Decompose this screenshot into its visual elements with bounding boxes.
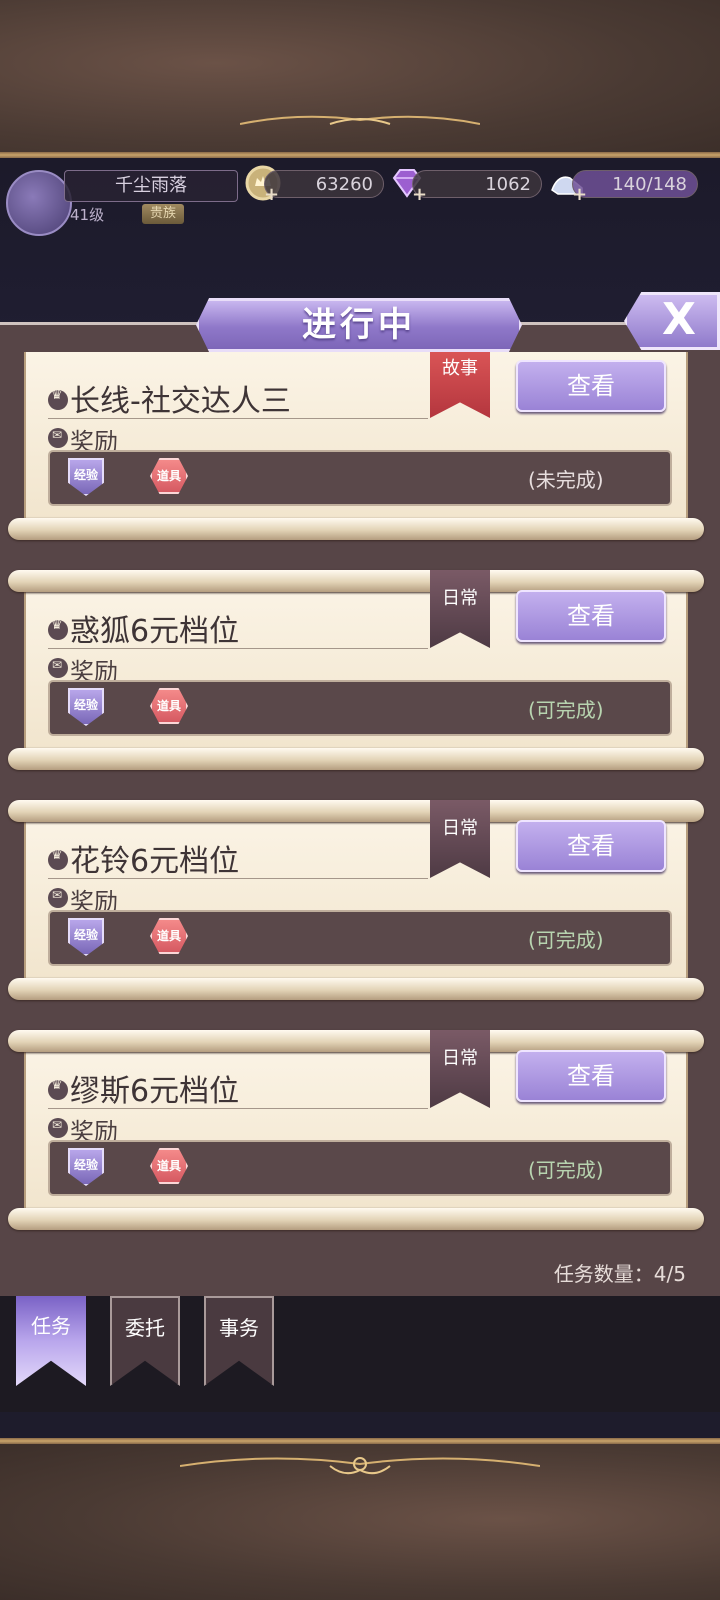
- task-card: 日常 花铃6元档位 奖励 经验 道具 (可完成) 查看: [8, 800, 704, 1000]
- task-count: 任务数量：4/5: [553, 1262, 686, 1286]
- stamina-counter: 140/148: [572, 170, 698, 198]
- divider: [48, 1108, 428, 1109]
- close-button[interactable]: X: [624, 292, 720, 350]
- task-status: (可完成): [528, 928, 604, 952]
- reward-icon: [48, 428, 68, 448]
- add-stamina-icon[interactable]: +: [572, 184, 587, 205]
- task-card: 日常 缪斯6元档位 奖励 经验 道具 (可完成) 查看: [8, 1030, 704, 1230]
- crown-icon: [48, 1078, 68, 1100]
- task-list[interactable]: 故事 长线-社交达人三 奖励 经验 道具 (未完成) 查看 日常 惑狐6元档位 …: [0, 352, 720, 1254]
- player-level: 41级: [70, 206, 105, 224]
- scroll-roller: [8, 570, 704, 592]
- task-status: (可完成): [528, 1158, 604, 1182]
- view-button[interactable]: 查看: [516, 1050, 666, 1102]
- top-ornament: [240, 115, 480, 125]
- task-status: (可完成): [528, 698, 604, 722]
- scroll-roller: [8, 518, 704, 540]
- gold-counter: 63260: [264, 170, 384, 198]
- reward-icon: [48, 888, 68, 908]
- add-gem-icon[interactable]: +: [412, 184, 427, 205]
- divider: [48, 418, 428, 419]
- reward-icon: [48, 658, 68, 678]
- top-frame: [0, 0, 720, 158]
- view-button[interactable]: 查看: [516, 820, 666, 872]
- crown-icon: [48, 388, 68, 410]
- divider: [48, 648, 428, 649]
- scroll-roller: [8, 1208, 704, 1230]
- reward-icon: [48, 1118, 68, 1138]
- scroll-roller: [8, 800, 704, 822]
- task-card: 日常 惑狐6元档位 奖励 经验 道具 (可完成) 查看: [8, 570, 704, 770]
- crown-icon: [48, 618, 68, 640]
- task-title: 缪斯6元档位: [70, 1074, 240, 1109]
- scroll-roller: [8, 748, 704, 770]
- task-title: 惑狐6元档位: [70, 614, 240, 649]
- task-title: 花铃6元档位: [70, 844, 240, 879]
- bottom-frame: [0, 1438, 720, 1600]
- player-avatar[interactable]: [6, 170, 72, 236]
- crown-icon: [48, 848, 68, 870]
- view-button[interactable]: 查看: [516, 360, 666, 412]
- divider: [48, 878, 428, 879]
- task-card: 故事 长线-社交达人三 奖励 经验 道具 (未完成) 查看: [8, 352, 704, 540]
- view-button[interactable]: 查看: [516, 590, 666, 642]
- player-name: 千尘雨落: [64, 170, 238, 202]
- task-status: (未完成): [528, 468, 604, 492]
- player-title-badge: 贵族: [142, 204, 185, 224]
- bottom-ornament: [180, 1457, 540, 1475]
- gem-counter: 1062: [412, 170, 542, 198]
- panel-title: 进行中: [196, 298, 522, 352]
- scroll-roller: [8, 1030, 704, 1052]
- add-gold-icon[interactable]: +: [264, 184, 279, 205]
- scroll-roller: [8, 978, 704, 1000]
- task-title: 长线-社交达人三: [70, 384, 291, 419]
- tab-bar: [0, 1296, 720, 1412]
